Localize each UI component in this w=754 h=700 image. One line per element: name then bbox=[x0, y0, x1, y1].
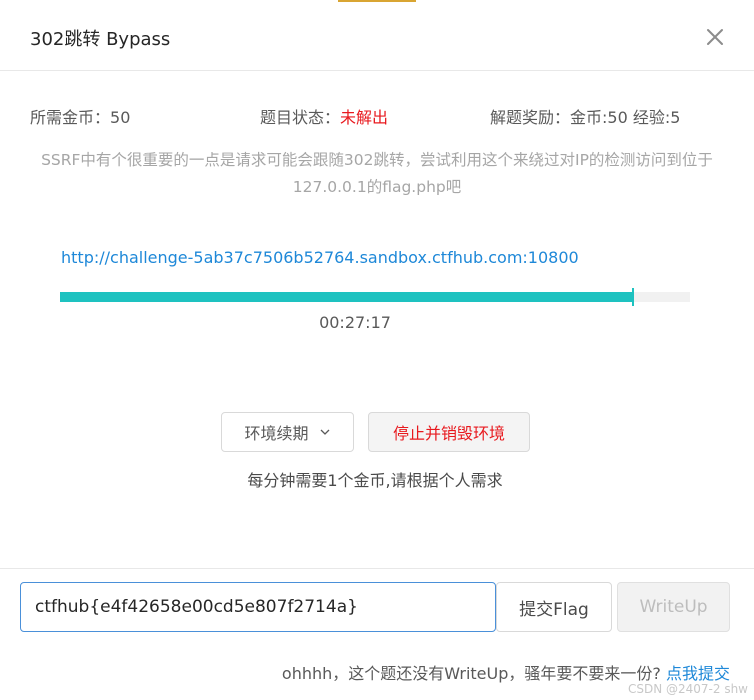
coin-cost-note: 每分钟需要1个金币,请根据个人需求 bbox=[247, 471, 503, 490]
dialog-header: 302跳转 Bypass bbox=[0, 0, 754, 71]
stop-destroy-environment-button[interactable]: 停止并销毁环境 bbox=[368, 412, 530, 452]
close-button[interactable] bbox=[700, 22, 730, 52]
required-coins-value: 50 bbox=[110, 108, 131, 127]
writeup-note: ohhhh，这个题还没有WriteUp，骚年要不要来一份? 点我提交 bbox=[282, 660, 730, 684]
solve-reward-label: 解题奖励： bbox=[490, 108, 571, 127]
solve-reward: 解题奖励：金币:50 经验:5 bbox=[490, 104, 680, 128]
challenge-status: 题目状态：未解出 bbox=[260, 104, 388, 128]
chevron-down-icon bbox=[320, 429, 329, 435]
renew-environment-label: 环境续期 bbox=[244, 424, 309, 443]
remaining-timer: 00:27:17 bbox=[319, 313, 391, 332]
time-progress-bar bbox=[60, 288, 690, 306]
required-coins: 所需金币：50 bbox=[30, 104, 130, 128]
renew-environment-button[interactable]: 环境续期 bbox=[221, 412, 354, 452]
submit-writeup-link[interactable]: 点我提交 bbox=[666, 664, 730, 683]
challenge-dialog: 302跳转 Bypass 所需金币：50 题目状态：未解出 解题奖励：金币:50… bbox=[0, 0, 754, 700]
flag-input[interactable] bbox=[20, 582, 496, 632]
challenge-url-link[interactable]: http://challenge-5ab37c7506b52764.sandbo… bbox=[61, 248, 579, 267]
writeup-note-text: ohhhh，这个题还没有WriteUp，骚年要不要来一份? bbox=[281, 664, 661, 683]
time-progress-fill bbox=[60, 292, 634, 302]
watermark: CSDN @2407-2 shw bbox=[627, 682, 748, 696]
challenge-description: SSRF中有个很重要的一点是请求可能会跟随302跳转，尝试利用这个来绕过对IP的… bbox=[41, 151, 713, 196]
time-progress-marker bbox=[632, 288, 635, 306]
dialog-title: 302跳转 Bypass bbox=[30, 29, 171, 50]
writeup-button: WriteUp bbox=[617, 582, 730, 632]
challenge-status-label: 题目状态： bbox=[260, 108, 341, 127]
required-coins-label: 所需金币： bbox=[30, 108, 111, 127]
submit-flag-button[interactable]: 提交Flag bbox=[496, 582, 612, 632]
challenge-status-value: 未解出 bbox=[340, 108, 389, 127]
solve-reward-value: 金币:50 经验:5 bbox=[570, 108, 681, 127]
close-icon bbox=[707, 29, 723, 45]
